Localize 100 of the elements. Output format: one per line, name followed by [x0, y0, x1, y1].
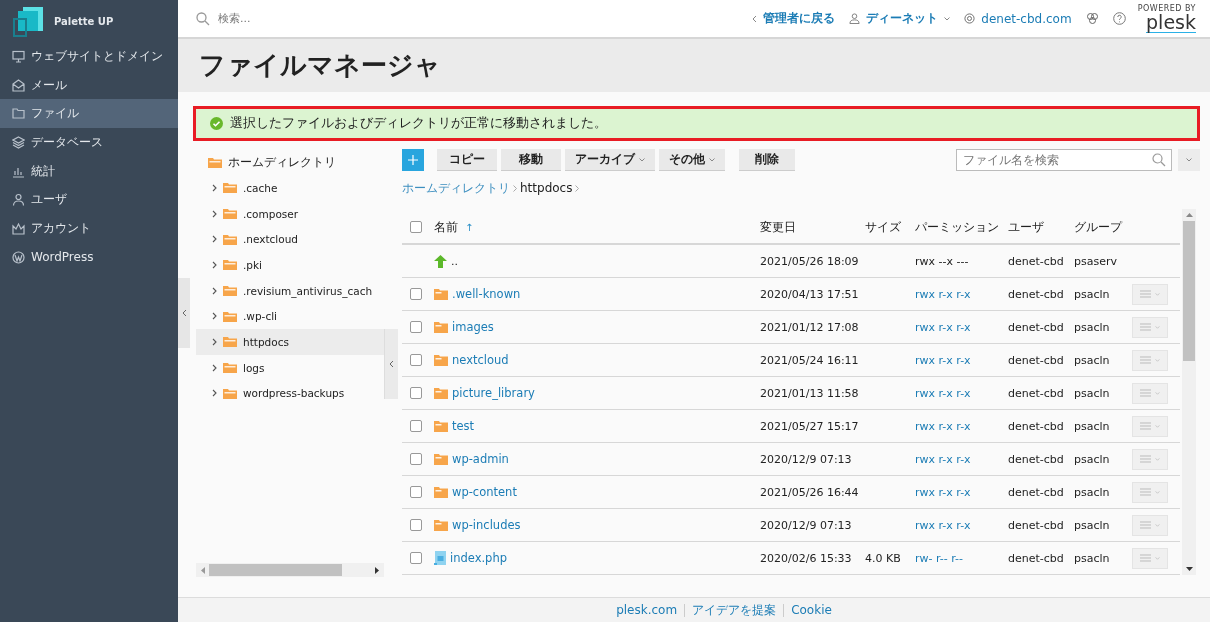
permissions-link[interactable]: rwx r-x r-x	[915, 353, 971, 367]
table-cell-text: psacln	[1074, 353, 1111, 367]
message-text: 選択したファイルおよびディレクトリが正常に移動されました。	[230, 115, 607, 132]
column-header[interactable]: サイズ	[865, 219, 915, 235]
tree-item[interactable]: .nextcloud	[196, 226, 384, 253]
permissions-link[interactable]: rwx r-x r-x	[915, 419, 971, 433]
nav-item[interactable]: 統計	[0, 156, 178, 186]
tree-item[interactable]: .wp-cli	[196, 303, 384, 330]
row-checkbox[interactable]	[409, 552, 422, 564]
toolbar-button[interactable]: 移動	[501, 149, 561, 171]
row-menu-button[interactable]	[1132, 481, 1168, 503]
row-checkbox[interactable]	[409, 486, 422, 498]
breadcrumb-link[interactable]: ホームディレクトリ	[402, 179, 510, 197]
domain-link[interactable]: denet-cbd.com	[964, 11, 1072, 26]
tree-item[interactable]: .cache	[196, 175, 384, 201]
chevron-right-icon	[212, 286, 217, 295]
nav-item[interactable]: データベース	[0, 128, 178, 157]
tree-item[interactable]: .pki	[196, 252, 384, 278]
table-cell-text: 2020/12/9 07:13	[760, 452, 853, 466]
footer-link[interactable]: アイデアを提案	[692, 601, 777, 619]
row-menu-button[interactable]	[1132, 448, 1168, 470]
folder-icon	[223, 182, 237, 194]
permissions-link[interactable]: rwx r-x r-x	[915, 320, 971, 334]
row-menu-button[interactable]	[1132, 382, 1168, 404]
scroll-up-icon[interactable]	[1185, 213, 1193, 217]
permissions-link[interactable]: rwx r-x r-x	[915, 485, 971, 499]
folder-link[interactable]: wp-content	[452, 485, 517, 499]
permissions-link[interactable]: rw- r-- r--	[915, 551, 963, 565]
file-search-field[interactable]: ファイル名を検索	[956, 149, 1172, 171]
folder-link[interactable]: picture_library	[452, 386, 535, 400]
help-icon[interactable]	[1112, 12, 1126, 25]
folder-link[interactable]: wp-admin	[452, 452, 509, 466]
permissions-link[interactable]: rwx r-x r-x	[915, 287, 971, 301]
folder-link[interactable]: wp-includes	[452, 518, 521, 532]
nav-item[interactable]: WordPress	[0, 242, 178, 272]
back-to-admin-link[interactable]: 管理者に戻る	[752, 10, 836, 27]
nav-item[interactable]: メール	[0, 70, 178, 100]
permissions-link[interactable]: rwx r-x r-x	[915, 452, 971, 466]
row-menu-button[interactable]	[1132, 283, 1168, 305]
horizontal-scrollbar[interactable]	[196, 563, 384, 577]
folder-icon	[434, 321, 448, 333]
menu-icon	[1140, 290, 1151, 298]
extensions-icon[interactable]	[1085, 12, 1099, 25]
folder-link[interactable]: nextcloud	[452, 353, 509, 367]
permissions-link[interactable]: rwx r-x r-x	[915, 386, 971, 400]
scroll-left-icon[interactable]	[201, 566, 205, 574]
column-header[interactable]: 変更日	[760, 219, 865, 235]
column-header[interactable]: グループ	[1074, 219, 1132, 235]
toolbar-button[interactable]: アーカイブ	[565, 149, 655, 171]
collapse-sidebar-handle[interactable]	[178, 278, 190, 348]
folder-link[interactable]: .well-known	[452, 287, 521, 301]
toolbar-button[interactable]: コピー	[437, 149, 497, 171]
table-cell-text: denet-cbd	[1008, 452, 1065, 466]
nav-item[interactable]: アカウント	[0, 214, 178, 243]
nav-item[interactable]: ファイル	[0, 99, 178, 129]
toolbar-button[interactable]: その他	[659, 149, 725, 171]
tree-item[interactable]: wordpress-backups	[196, 380, 384, 407]
row-menu-button[interactable]	[1132, 514, 1168, 536]
table-cell-text: denet-cbd	[1008, 485, 1065, 499]
parent-directory-link[interactable]: ..	[451, 254, 458, 268]
column-header[interactable]: ユーザ	[1008, 219, 1074, 235]
row-menu-button[interactable]	[1132, 415, 1168, 437]
folder-link[interactable]: test	[452, 419, 475, 433]
folder-icon	[223, 336, 237, 348]
collapse-tree-handle[interactable]	[384, 329, 398, 399]
row-checkbox[interactable]	[409, 288, 422, 300]
logo-icon	[13, 5, 45, 37]
column-header[interactable]: 名前	[434, 219, 458, 235]
permissions-link[interactable]: rwx r-x r-x	[915, 518, 971, 532]
row-checkbox[interactable]	[409, 354, 422, 366]
user-menu[interactable]: ディーネット	[849, 10, 951, 27]
vertical-scrollbar[interactable]	[1182, 209, 1196, 575]
row-menu-button[interactable]	[1132, 349, 1168, 371]
nav-item[interactable]: ウェブサイトとドメイン	[0, 42, 178, 71]
tree-item[interactable]: .revisium_antivirus_cach	[196, 277, 384, 304]
tree-item[interactable]: httpdocs	[196, 329, 384, 355]
select-all-checkbox[interactable]	[409, 221, 422, 233]
add-button[interactable]	[402, 149, 424, 171]
row-checkbox[interactable]	[409, 321, 422, 333]
tree-item[interactable]: .composer	[196, 200, 384, 227]
scroll-right-icon[interactable]	[375, 566, 379, 574]
footer-link[interactable]: Cookie	[791, 603, 832, 617]
tree-item[interactable]: logs	[196, 354, 384, 381]
row-checkbox[interactable]	[409, 420, 422, 432]
row-menu-button[interactable]	[1132, 547, 1168, 569]
folder-icon	[223, 259, 237, 271]
folder-link[interactable]: images	[452, 320, 494, 334]
table-cell-text: 2020/04/13 17:51	[760, 287, 860, 301]
row-menu-button[interactable]	[1132, 316, 1168, 338]
footer-link[interactable]: plesk.com	[616, 603, 678, 617]
row-checkbox[interactable]	[409, 453, 422, 465]
nav-item[interactable]: ユーザ	[0, 185, 178, 215]
scroll-down-icon[interactable]	[1185, 567, 1193, 571]
column-header[interactable]: パーミッション	[915, 219, 1008, 235]
table-cell-text: 2021/05/24 16:11	[760, 353, 860, 367]
row-checkbox[interactable]	[409, 387, 422, 399]
toolbar-button[interactable]: 削除	[739, 149, 795, 171]
tree-item[interactable]: ホームディレクトリ	[196, 149, 384, 175]
file-link[interactable]: index.php	[450, 551, 507, 565]
row-checkbox[interactable]	[409, 519, 422, 531]
